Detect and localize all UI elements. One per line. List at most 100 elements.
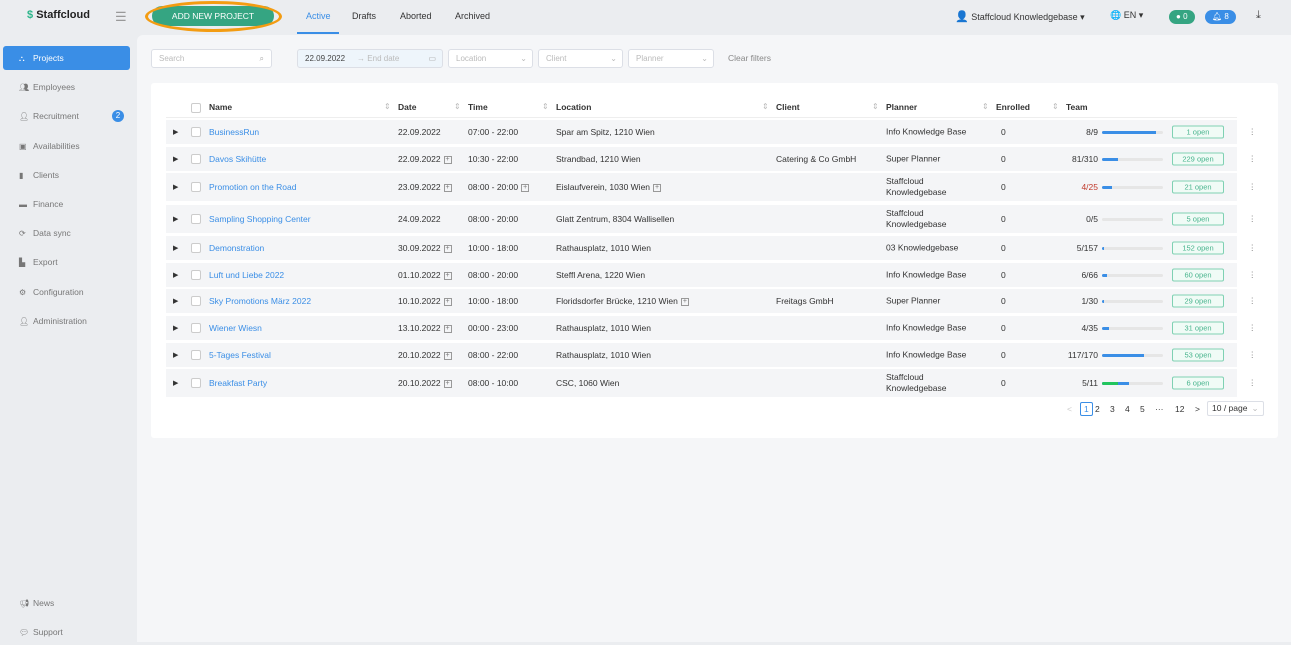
client-select[interactable]: Client ⌄ [538,49,623,68]
column-header-date[interactable]: Date [398,102,416,112]
date-range-input[interactable]: 22.09.2022 → End date ▭ [297,49,443,68]
pagination-prev-icon[interactable]: < [1067,404,1072,414]
open-slots-badge[interactable]: 21 open [1172,180,1224,194]
more-options-icon[interactable]: ⋮ [1248,154,1257,165]
expand-row-icon[interactable]: ▶ [173,379,178,387]
more-options-icon[interactable]: ⋮ [1248,127,1257,138]
row-checkbox[interactable] [191,270,201,280]
pagination-page-12[interactable]: 12 [1175,404,1184,414]
table-row[interactable]: ▶ Promotion on the Road 23.09.2022 +08:00 -… [166,173,1257,201]
expand-plus-icon[interactable]: + [443,155,452,164]
tab-aborted[interactable]: Aborted [400,11,432,21]
more-options-icon[interactable]: ⋮ [1248,296,1257,307]
column-header-name[interactable]: Name [209,102,232,112]
sidebar-item-export[interactable]: ▙ Export [3,250,130,274]
sidebar-item-availabilities[interactable]: ▣ Availabilities [3,134,130,158]
planner-select[interactable]: Planner ⌄ [628,49,714,68]
tab-archived[interactable]: Archived [455,11,490,21]
table-row[interactable]: ▶ 5-Tages Festival 20.10.2022 +08:00 - 22:0… [166,343,1257,367]
select-all-checkbox[interactable] [191,103,201,113]
expand-plus-icon[interactable]: + [443,324,452,333]
project-name-link[interactable]: BusinessRun [209,127,259,137]
column-header-time[interactable]: Time [468,102,488,112]
table-row[interactable]: ▶ Wiener Wiesn 13.10.2022 +00:00 - 23:00 Rat… [166,316,1257,340]
clear-filters-button[interactable]: Clear filters [728,53,771,63]
location-select[interactable]: Location ⌄ [448,49,533,68]
open-slots-badge[interactable]: 60 open [1172,268,1224,282]
expand-plus-icon[interactable]: + [443,271,452,280]
page-size-select[interactable]: 10 / page ⌄ [1207,401,1264,416]
sidebar-item-finance[interactable]: ▬ Finance [3,192,130,216]
pagination-page-5[interactable]: 5 [1140,404,1145,414]
sort-icon[interactable]: ⇕ [454,102,461,111]
more-options-icon[interactable]: ⋮ [1248,350,1257,361]
more-options-icon[interactable]: ⋮ [1248,323,1257,334]
sidebar-item-projects[interactable]: ⛬ Projects [3,46,130,70]
project-name-link[interactable]: Davos Skihütte [209,154,266,164]
project-name-link[interactable]: Sampling Shopping Center [209,214,311,224]
expand-row-icon[interactable]: ▶ [173,155,178,163]
more-options-icon[interactable]: ⋮ [1248,243,1257,254]
expand-row-icon[interactable]: ▶ [173,215,178,223]
pagination-next-icon[interactable]: > [1195,404,1200,414]
column-header-client[interactable]: Client [776,102,800,112]
open-slots-badge[interactable]: 229 open [1172,152,1224,166]
expand-row-icon[interactable]: ▶ [173,183,178,191]
expand-row-icon[interactable]: ▶ [173,128,178,136]
table-row[interactable]: ▶ Davos Skihütte 22.09.2022 +10:30 - 22:00 S… [166,147,1257,171]
table-row[interactable]: ▶ Sky Promotions März 2022 10.10.2022 +10:0… [166,289,1257,313]
project-name-link[interactable]: Wiener Wiesn [209,323,262,333]
open-slots-badge[interactable]: 29 open [1172,294,1224,308]
table-row[interactable]: ▶ Breakfast Party 20.10.2022 +08:00 - 10:00… [166,369,1257,397]
open-slots-badge[interactable]: 5 open [1172,212,1224,226]
row-checkbox[interactable] [191,378,201,388]
row-checkbox[interactable] [191,154,201,164]
expand-plus-icon[interactable]: + [521,183,530,192]
expand-plus-icon[interactable]: + [443,183,452,192]
download-icon[interactable]: ⤓ [1256,9,1261,22]
tab-active[interactable]: Active [306,11,331,21]
sort-icon[interactable]: ⇕ [384,102,391,111]
expand-plus-icon[interactable]: + [443,379,452,388]
search-input[interactable]: Search ⌕ [151,49,272,68]
table-row[interactable]: ▶ Luft und Liebe 2022 01.10.2022 +08:00 - 2… [166,263,1257,287]
sidebar-item-employees[interactable]: 👥︎ Employees [3,75,130,99]
expand-row-icon[interactable]: ▶ [173,324,178,332]
table-row[interactable]: ▶ Sampling Shopping Center 24.09.2022 08:00… [166,205,1257,233]
expand-row-icon[interactable]: ▶ [173,297,178,305]
menu-toggle-icon[interactable]: ☰ [115,9,127,25]
sidebar-item-clients[interactable]: ▮ Clients [3,163,130,187]
row-checkbox[interactable] [191,182,201,192]
project-name-link[interactable]: Promotion on the Road [209,182,296,192]
open-slots-badge[interactable]: 53 open [1172,348,1224,362]
project-name-link[interactable]: Demonstration [209,243,264,253]
add-new-project-button[interactable]: ADD NEW PROJECT [152,6,274,26]
language-select[interactable]: 🌐 EN ▾ [1110,10,1143,21]
sort-icon[interactable]: ⇕ [762,102,769,111]
pagination-page-3[interactable]: 3 [1110,404,1115,414]
table-row[interactable]: ▶ Demonstration 30.09.2022 +10:00 - 18:00 Ra… [166,236,1257,260]
open-slots-badge[interactable]: 31 open [1172,321,1224,335]
sidebar-item-configuration[interactable]: ⚙ Configuration [3,280,130,304]
column-header-location[interactable]: Location [556,102,591,112]
notifications-button[interactable]: 🔔︎ 8 [1205,10,1236,24]
row-checkbox[interactable] [191,323,201,333]
expand-plus-icon[interactable]: + [653,183,662,192]
expand-row-icon[interactable]: ▶ [173,271,178,279]
project-name-link[interactable]: Sky Promotions März 2022 [209,296,311,306]
sort-icon[interactable]: ⇕ [1052,102,1059,111]
sort-icon[interactable]: ⇕ [542,102,549,111]
expand-plus-icon[interactable]: + [443,351,452,360]
pagination-page-4[interactable]: 4 [1125,404,1130,414]
sidebar-item-recruitment[interactable]: 👤︎ Recruitment 2 [3,104,130,128]
column-header-enrolled[interactable]: Enrolled [996,102,1030,112]
sidebar-item-support[interactable]: 💬︎ Support [3,620,130,644]
project-name-link[interactable]: 5-Tages Festival [209,350,271,360]
logo[interactable]: $ Staffcloud [27,9,90,21]
user-menu[interactable]: 👤 Staffcloud Knowledgebase ▾ [955,10,1085,23]
expand-row-icon[interactable]: ▶ [173,244,178,252]
more-options-icon[interactable]: ⋮ [1248,182,1257,193]
open-slots-badge[interactable]: 6 open [1172,376,1224,390]
pagination-page-···[interactable]: ··· [1155,404,1164,414]
sidebar-item-data-sync[interactable]: ⟳ Data sync [3,221,130,245]
